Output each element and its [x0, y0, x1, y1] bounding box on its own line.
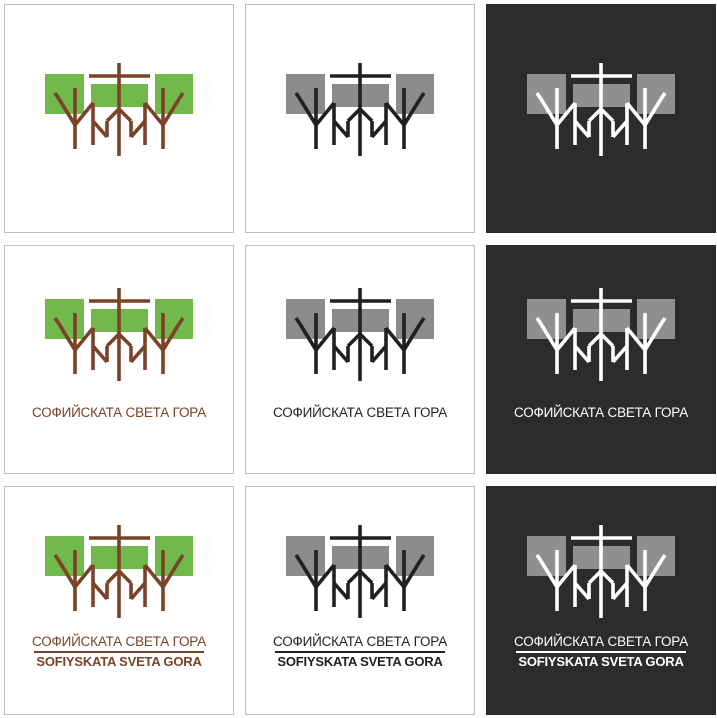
caption-divider	[516, 651, 686, 653]
center-left-canopy	[573, 309, 609, 332]
logo-svg	[527, 288, 675, 381]
logo-name-bulgarian: СОФИЙСКАТА СВЕТА ГОРА	[31, 634, 206, 649]
center-left-canopy	[573, 546, 609, 569]
logo-name-bulgarian: СОФИЙСКАТА СВЕТА ГОРА	[272, 634, 447, 649]
logo-mark	[45, 288, 193, 381]
inner-left-branch	[332, 119, 350, 139]
inner-right-link	[117, 332, 133, 348]
inner-right-branch	[611, 119, 629, 139]
inner-right-branch	[129, 119, 147, 139]
logo-mark	[527, 63, 675, 156]
inner-right-branch	[611, 344, 629, 364]
logo-svg	[527, 63, 675, 156]
logo-mark	[286, 63, 434, 156]
inner-right-link	[117, 569, 133, 585]
inner-left-branch	[91, 119, 109, 139]
logo-svg	[286, 63, 434, 156]
inner-left-branch	[573, 344, 591, 364]
caption-divider	[275, 651, 445, 653]
logo-name-latin: SOFIYSKATA SVETA GORA	[518, 654, 684, 669]
inner-right-link	[117, 107, 133, 123]
logo-tile-grey-bg-caption: СОФИЙСКАТА СВЕТА ГОРА	[245, 245, 475, 474]
logo-name-latin: SOFIYSKATA SVETA GORA	[36, 654, 202, 669]
logo-svg	[45, 288, 193, 381]
center-left-canopy	[91, 546, 127, 569]
inner-right-branch	[129, 581, 147, 601]
logo-tile-dark-bilingual: СОФИЙСКАТА СВЕТА ГОРА SOFIYSKATA SVETA GO…	[486, 486, 716, 715]
center-left-canopy	[573, 84, 609, 107]
logo-name-bulgarian: СОФИЙСКАТА СВЕТА ГОРА	[513, 634, 688, 649]
logo-tile-color-plain	[4, 4, 234, 233]
logo-svg	[45, 525, 193, 618]
logo-mark	[286, 525, 434, 618]
logo-mark	[527, 525, 675, 618]
logo-svg	[286, 525, 434, 618]
inner-right-branch	[370, 344, 388, 364]
logo-name-bulgarian: СОФИЙСКАТА СВЕТА ГОРА	[31, 405, 206, 420]
logo-svg	[286, 288, 434, 381]
inner-left-branch	[573, 581, 591, 601]
inner-right-branch	[611, 581, 629, 601]
logo-mark	[286, 288, 434, 381]
logo-tile-dark-bg-caption: СОФИЙСКАТА СВЕТА ГОРА	[486, 245, 716, 474]
logo-svg	[45, 63, 193, 156]
inner-right-branch	[370, 119, 388, 139]
inner-left-branch	[332, 581, 350, 601]
logo-mark	[527, 288, 675, 381]
logo-mark	[45, 525, 193, 618]
center-left-canopy	[332, 546, 368, 569]
caption-divider	[34, 651, 204, 653]
inner-left-branch	[91, 581, 109, 601]
inner-right-branch	[129, 344, 147, 364]
logo-tile-color-bg-caption: СОФИЙСКАТА СВЕТА ГОРА	[4, 245, 234, 474]
center-left-canopy	[332, 84, 368, 107]
inner-left-branch	[332, 344, 350, 364]
logo-name-bulgarian: СОФИЙСКАТА СВЕТА ГОРА	[272, 405, 447, 420]
logo-svg	[527, 525, 675, 618]
logo-tile-grey-plain	[245, 4, 475, 233]
inner-left-branch	[91, 344, 109, 364]
inner-left-branch	[573, 119, 591, 139]
logo-tile-grey-bilingual: СОФИЙСКАТА СВЕТА ГОРА SOFIYSKATA SVETA GO…	[245, 486, 475, 715]
logo-tile-dark-plain	[486, 4, 716, 233]
center-left-canopy	[332, 309, 368, 332]
inner-right-branch	[370, 581, 388, 601]
center-left-canopy	[91, 309, 127, 332]
logo-name-latin: SOFIYSKATA SVETA GORA	[277, 654, 443, 669]
logo-mark	[45, 63, 193, 156]
logo-name-bulgarian: СОФИЙСКАТА СВЕТА ГОРА	[513, 405, 688, 420]
center-left-canopy	[91, 84, 127, 107]
logo-tile-color-bilingual: СОФИЙСКАТА СВЕТА ГОРА SOFIYSKATA SVETA GO…	[4, 486, 234, 715]
